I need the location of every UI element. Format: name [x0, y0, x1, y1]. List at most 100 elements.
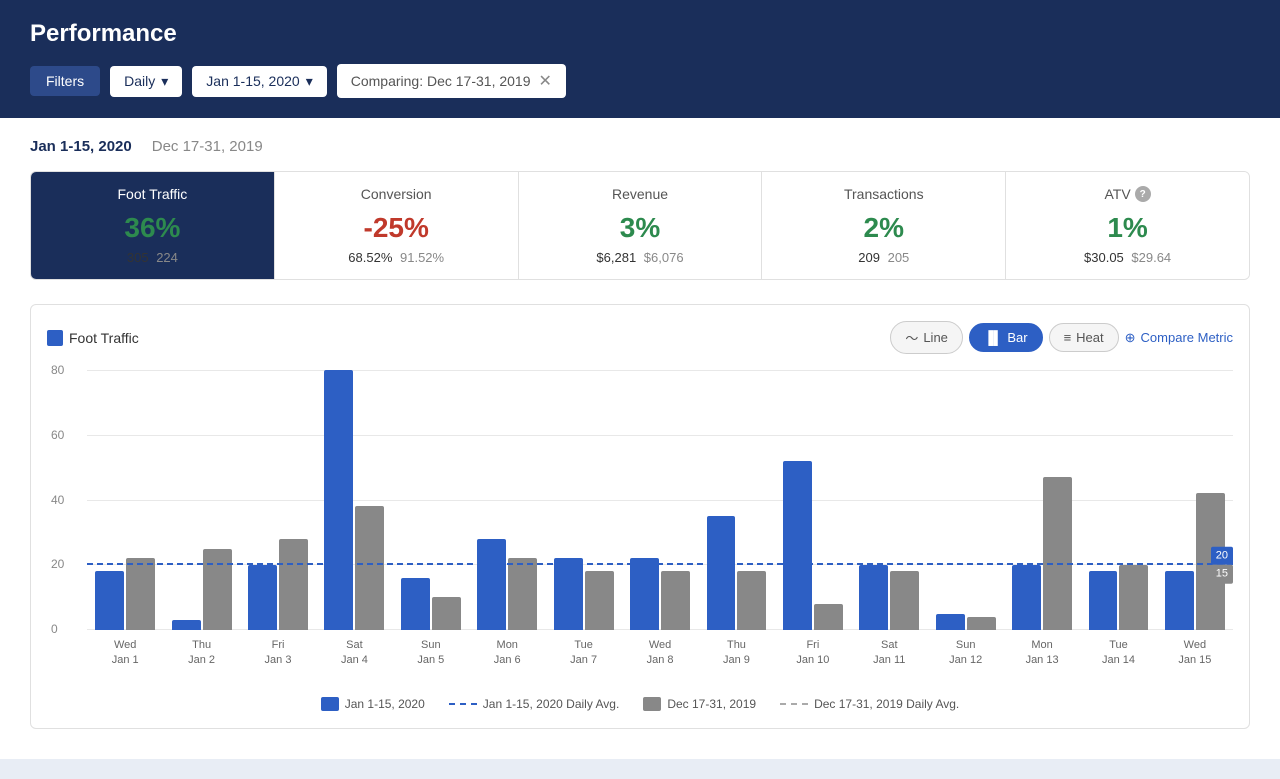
- bar-compare: [1119, 565, 1148, 630]
- bar-group: [87, 558, 163, 630]
- legend-item: Jan 1-15, 2020 Daily Avg.: [449, 696, 620, 712]
- chart-area: 806040200: [47, 370, 1233, 680]
- line-chart-button[interactable]: 〜 Line: [890, 321, 963, 354]
- bar-compare: [1043, 477, 1072, 630]
- metric-card-transactions[interactable]: Transactions 2% 209 205: [762, 172, 1006, 279]
- compare-date-label: Dec 17-31, 2019: [152, 138, 263, 155]
- grid-label: 40: [51, 493, 64, 507]
- x-label: TueJan 14: [1080, 632, 1156, 680]
- daily-dropdown[interactable]: Daily ▾: [110, 66, 182, 97]
- metric-sub: $30.05 $29.64: [1022, 250, 1233, 265]
- metric-sub: $6,281 $6,076: [535, 250, 746, 265]
- chevron-down-icon: ▾: [306, 73, 313, 90]
- bar-group: [1004, 477, 1080, 630]
- comparing-button[interactable]: Comparing: Dec 17-31, 2019 ✕: [337, 64, 566, 98]
- x-label: MonJan 13: [1004, 632, 1080, 680]
- chart-legend-label: Foot Traffic: [69, 330, 139, 346]
- bar-current: [172, 620, 201, 630]
- bar-group: [316, 370, 392, 630]
- bar-current: [936, 614, 965, 630]
- grid-label: 0: [51, 622, 58, 636]
- bar-group: [698, 516, 774, 630]
- filters-button[interactable]: Filters: [30, 66, 100, 96]
- legend-item-label: Dec 17-31, 2019 Daily Avg.: [814, 697, 959, 711]
- bar-current: [1089, 571, 1118, 630]
- bottom-legend: Jan 1-15, 2020 Jan 1-15, 2020 Daily Avg. D…: [47, 696, 1233, 712]
- bar-compare: [737, 571, 766, 630]
- bar-group: [927, 614, 1003, 630]
- bar-group: [622, 558, 698, 630]
- close-icon[interactable]: ✕: [539, 71, 552, 91]
- main-content: Jan 1-15, 2020 Dec 17-31, 2019 Foot Traf…: [0, 118, 1280, 759]
- bars-container: [87, 370, 1233, 630]
- header-controls: Filters Daily ▾ Jan 1-15, 2020 ▾ Compari…: [30, 64, 1250, 98]
- metric-card-atv[interactable]: ATV ? 1% $30.05 $29.64: [1006, 172, 1249, 279]
- bar-chart-icon: ▐▌: [984, 330, 1002, 345]
- legend-item: Dec 17-31, 2019 Daily Avg.: [780, 696, 959, 712]
- x-label: WedJan 8: [622, 632, 698, 680]
- chevron-down-icon: ▾: [161, 73, 168, 90]
- current-avg-line: 20 15: [87, 563, 1233, 565]
- bar-current: [1012, 565, 1041, 630]
- metric-card-conversion[interactable]: Conversion -25% 68.52% 91.52%: [275, 172, 519, 279]
- avg-badge-compare: 15: [1211, 565, 1233, 583]
- bar-group: [240, 539, 316, 630]
- bar-current: [248, 565, 277, 630]
- bar-compare: [661, 571, 690, 630]
- metric-card-revenue[interactable]: Revenue 3% $6,281 $6,076: [519, 172, 763, 279]
- legend-item-label: Jan 1-15, 2020 Daily Avg.: [483, 697, 620, 711]
- metric-value: 2%: [778, 212, 989, 244]
- metric-label: Revenue: [612, 186, 668, 202]
- bar-current: [95, 571, 124, 630]
- avg-badge-current: 20: [1211, 547, 1233, 565]
- legend-item: Dec 17-31, 2019: [643, 697, 756, 711]
- legend-swatch: [643, 697, 661, 711]
- chart-section: Foot Traffic 〜 Line ▐▌ Bar ≡ Heat: [30, 304, 1250, 729]
- heat-chart-icon: ≡: [1064, 330, 1072, 345]
- avg-label-current: 20 15: [1211, 547, 1233, 584]
- bar-current: [707, 516, 736, 630]
- bar-current: [630, 558, 659, 630]
- x-label: MonJan 6: [469, 632, 545, 680]
- help-icon: ?: [1135, 186, 1151, 202]
- bar-current: [783, 461, 812, 630]
- current-date-label: Jan 1-15, 2020: [30, 138, 132, 155]
- bar-current: [859, 565, 888, 630]
- bar-group: [545, 558, 621, 630]
- date-range-dropdown[interactable]: Jan 1-15, 2020 ▾: [192, 66, 326, 97]
- metric-label: Transactions: [844, 186, 924, 202]
- date-labels: Jan 1-15, 2020 Dec 17-31, 2019: [30, 138, 1250, 155]
- metric-cards: Foot Traffic 36% 305 224 Conversion -25%…: [30, 171, 1250, 280]
- grid-label: 20: [51, 557, 64, 571]
- x-label: ThuJan 2: [163, 632, 239, 680]
- bar-group: [163, 549, 239, 630]
- legend-swatch-dashed: [780, 703, 808, 705]
- metric-value: 3%: [535, 212, 746, 244]
- bar-compare: [432, 597, 461, 630]
- bar-chart-button[interactable]: ▐▌ Bar: [969, 323, 1043, 352]
- bar-current: [1165, 571, 1194, 630]
- bar-compare: [890, 571, 919, 630]
- bar-group: [775, 461, 851, 630]
- metric-sub: 305 224: [47, 250, 258, 265]
- metric-card-foot-traffic[interactable]: Foot Traffic 36% 305 224: [31, 172, 275, 279]
- heat-chart-button[interactable]: ≡ Heat: [1049, 323, 1119, 352]
- bar-compare: [508, 558, 537, 630]
- bar-current: [554, 558, 583, 630]
- compare-metric-button[interactable]: ⊕ Compare Metric: [1125, 330, 1233, 346]
- legend-swatch-dashed: [449, 703, 477, 705]
- grid-label: 80: [51, 363, 64, 377]
- chart-legend: Foot Traffic: [47, 330, 139, 346]
- bar-current: [401, 578, 430, 630]
- legend-swatch: [321, 697, 339, 711]
- line-chart-icon: 〜: [905, 328, 918, 347]
- chart-controls: 〜 Line ▐▌ Bar ≡ Heat ⊕ Compare Metric: [890, 321, 1233, 354]
- x-labels: WedJan 1ThuJan 2FriJan 3SatJan 4SunJan 5…: [87, 632, 1233, 680]
- x-label: FriJan 10: [775, 632, 851, 680]
- x-label: SatJan 11: [851, 632, 927, 680]
- legend-item-label: Jan 1-15, 2020: [345, 697, 425, 711]
- x-label: ThuJan 9: [698, 632, 774, 680]
- x-label: FriJan 3: [240, 632, 316, 680]
- legend-item: Jan 1-15, 2020: [321, 697, 425, 711]
- chart-header: Foot Traffic 〜 Line ▐▌ Bar ≡ Heat: [47, 321, 1233, 354]
